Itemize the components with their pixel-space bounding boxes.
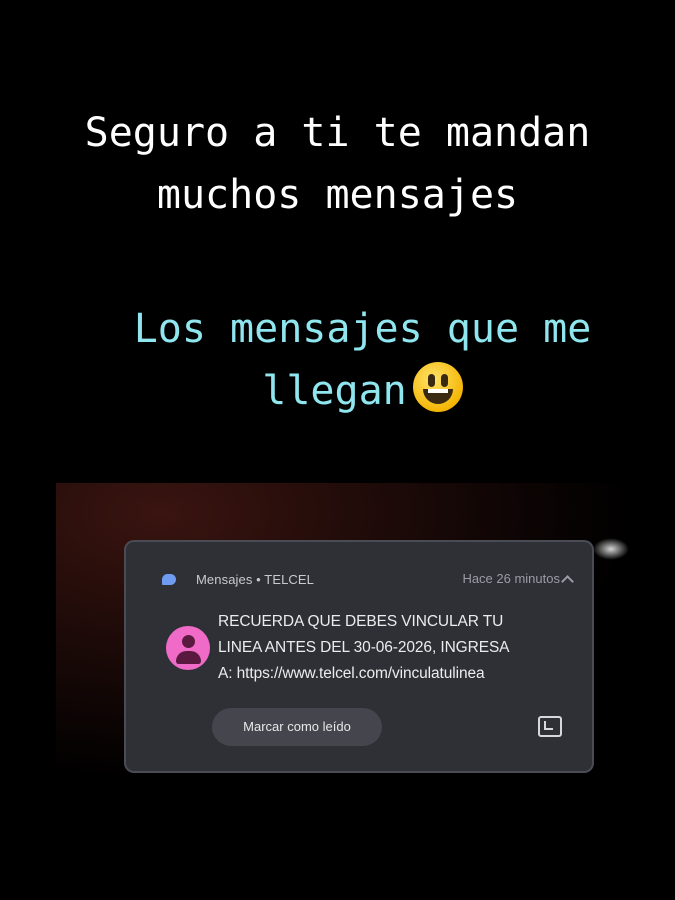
person-avatar-icon bbox=[166, 626, 210, 670]
notification-time: Hace 26 minutos bbox=[462, 571, 560, 586]
grinning-face-icon bbox=[412, 362, 463, 412]
chevron-up-icon[interactable] bbox=[561, 575, 574, 588]
message-line[interactable]: A: https://www.telcel.com/vinculatulinea bbox=[218, 661, 578, 687]
bottom-caption-line-2: llegan bbox=[262, 368, 407, 414]
bottom-caption-line-1: Los mensajes que me bbox=[133, 306, 592, 352]
light-glare bbox=[593, 538, 629, 560]
top-caption: Seguro a ti te mandan muchos mensajes bbox=[0, 102, 675, 226]
notification-header: Mensajes • TELCEL Hace 26 minutos bbox=[162, 570, 574, 592]
app-name: Mensajes • TELCEL bbox=[196, 572, 315, 587]
top-caption-line-2: muchos mensajes bbox=[156, 172, 519, 218]
bottom-caption: Los mensajes que me llegan bbox=[25, 298, 675, 422]
message-line: LINEA ANTES DEL 30-06-2026, INGRESA bbox=[218, 639, 510, 656]
notification-card[interactable]: Mensajes • TELCEL Hace 26 minutos RECUER… bbox=[126, 542, 592, 771]
open-in-app-icon[interactable] bbox=[538, 716, 562, 737]
mark-as-read-button[interactable]: Marcar como leído bbox=[212, 708, 382, 746]
message-line: RECUERDA QUE DEBES VINCULAR TU bbox=[218, 613, 504, 630]
notification-message: RECUERDA QUE DEBES VINCULAR TU LINEA ANT… bbox=[218, 609, 578, 687]
top-caption-line-1: Seguro a ti te mandan bbox=[84, 110, 591, 156]
message-bubble-icon bbox=[162, 574, 176, 585]
